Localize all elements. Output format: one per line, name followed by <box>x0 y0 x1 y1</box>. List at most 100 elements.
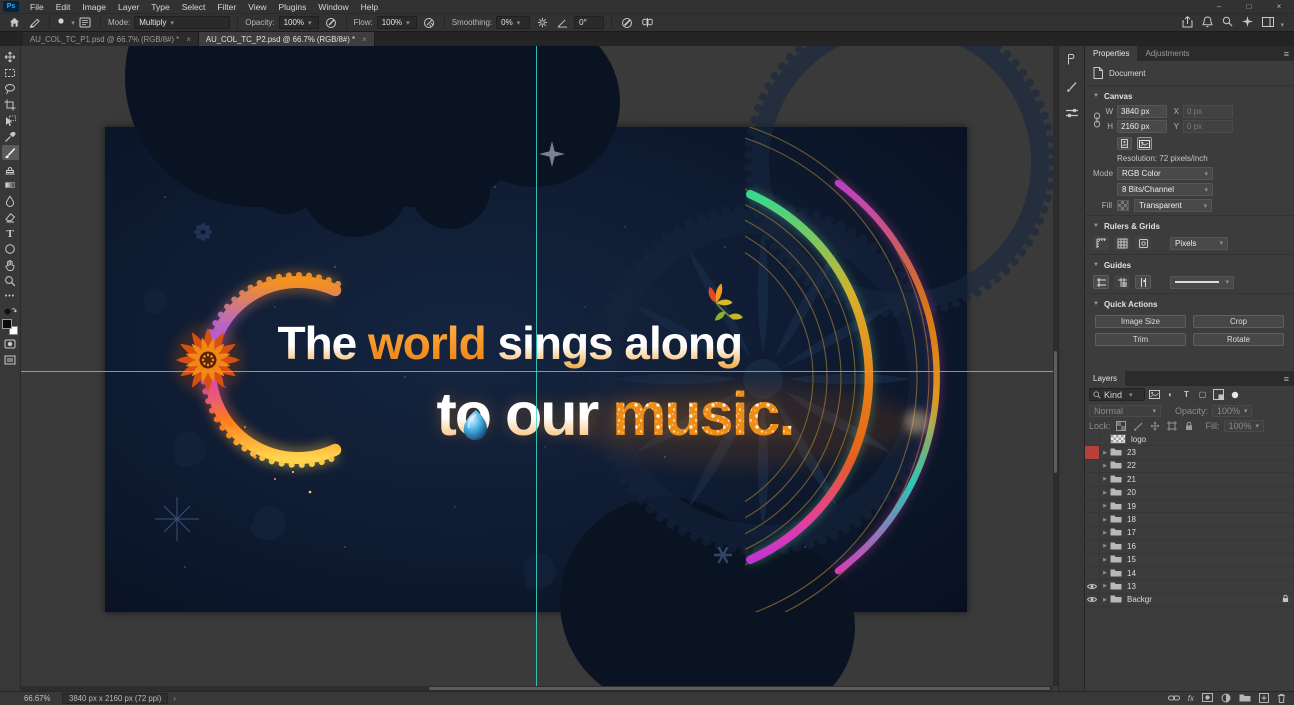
flow-field[interactable]: 100% <box>377 16 417 29</box>
height-field[interactable]: 2160 px <box>1117 120 1167 133</box>
visibility-toggle[interactable] <box>1085 580 1100 592</box>
smoothing-options-gear-icon[interactable] <box>534 15 550 30</box>
layer-thumbnail[interactable] <box>1110 434 1126 444</box>
layers-panel-menu-icon[interactable]: ≡ <box>1284 374 1294 384</box>
notifications-bell-icon[interactable] <box>1202 16 1213 30</box>
horizontal-scrollbar[interactable] <box>21 686 1052 691</box>
lasso-tool-icon[interactable] <box>2 81 19 96</box>
visibility-toggle[interactable] <box>1085 554 1100 566</box>
visibility-toggle[interactable] <box>1085 513 1100 525</box>
menu-window[interactable]: Window <box>312 2 354 12</box>
portrait-orientation-button[interactable] <box>1117 137 1132 150</box>
tab-adjustments[interactable]: Adjustments <box>1137 46 1197 61</box>
quick-actions-section-header[interactable]: ▼ Quick Actions <box>1093 297 1286 311</box>
shape-tool-icon[interactable] <box>2 241 19 256</box>
visibility-toggle[interactable] <box>1085 460 1100 472</box>
discover-icon[interactable] <box>1242 16 1253 29</box>
filter-shape-layers-icon[interactable]: ▢ <box>1196 388 1209 401</box>
expand-group-icon[interactable]: ▶ <box>1100 450 1110 456</box>
pressure-size-icon[interactable] <box>619 15 635 30</box>
expand-group-icon[interactable]: ▶ <box>1100 557 1110 563</box>
layer-row-20[interactable]: ▶ 20 <box>1085 487 1294 500</box>
new-group-icon[interactable] <box>1239 693 1251 704</box>
move-tool-icon[interactable] <box>2 49 19 64</box>
menu-filter[interactable]: Filter <box>211 2 242 12</box>
delete-layer-icon[interactable] <box>1277 693 1286 705</box>
visibility-toggle[interactable] <box>1085 594 1100 606</box>
crop-tool-icon[interactable] <box>2 97 19 112</box>
document-tab-1[interactable]: AU_COL_TC_P1.psd @ 66.7% (RGB/8#) * × <box>23 32 199 46</box>
clone-stamp-tool-icon[interactable] <box>2 161 19 176</box>
link-dimensions-icon[interactable] <box>1093 112 1101 130</box>
layer-row-18[interactable]: ▶ 18 <box>1085 513 1294 526</box>
expand-group-icon[interactable]: ▶ <box>1100 583 1110 589</box>
layer-name[interactable]: Backgr <box>1127 595 1152 604</box>
layer-name[interactable]: 16 <box>1127 542 1136 551</box>
layer-row-background[interactable]: ▶ Backgr <box>1085 594 1294 607</box>
default-colors-icon[interactable] <box>4 307 17 316</box>
visibility-toggle[interactable] <box>1085 433 1100 445</box>
object-selection-tool-icon[interactable] <box>2 113 19 128</box>
menu-file[interactable]: File <box>24 2 50 12</box>
layer-opacity-field[interactable]: 100% <box>1212 405 1252 417</box>
blend-mode-select[interactable]: Multiply <box>134 16 230 29</box>
menu-layer[interactable]: Layer <box>112 2 145 12</box>
filter-toggle-icon[interactable] <box>1228 388 1241 401</box>
close-tab-icon[interactable]: × <box>362 35 367 44</box>
layer-mask-icon[interactable] <box>1202 693 1213 704</box>
smoothing-field[interactable]: 0% <box>496 16 530 29</box>
crop-button[interactable]: Crop <box>1193 315 1284 328</box>
layer-row-22[interactable]: ▶ 22 <box>1085 460 1294 473</box>
bit-depth-select[interactable]: 8 Bits/Channel <box>1117 183 1213 196</box>
menu-help[interactable]: Help <box>355 2 384 12</box>
guides-section-header[interactable]: ▼ Guides <box>1093 258 1286 272</box>
adjustment-layer-icon[interactable] <box>1221 693 1231 705</box>
menu-edit[interactable]: Edit <box>50 2 77 12</box>
landscape-orientation-button[interactable] <box>1137 137 1152 150</box>
link-layers-icon[interactable] <box>1168 694 1180 704</box>
grid-toggle-icon[interactable] <box>1114 236 1130 250</box>
horizontal-guide[interactable] <box>21 371 1053 372</box>
expand-group-icon[interactable]: ▶ <box>1100 597 1110 603</box>
layer-row-14[interactable]: ▶ 14 <box>1085 567 1294 580</box>
brush-tool-preset-icon[interactable] <box>26 15 42 30</box>
filter-type-layers-icon[interactable]: T <box>1180 388 1193 401</box>
blur-tool-icon[interactable] <box>2 193 19 208</box>
layer-name[interactable]: 13 <box>1127 582 1136 591</box>
lock-all-icon[interactable] <box>1183 419 1196 432</box>
new-layer-icon[interactable] <box>1259 693 1269 705</box>
paint-symmetry-butterfly-icon[interactable] <box>639 15 655 30</box>
brush-angle-field[interactable]: 0° <box>574 16 604 29</box>
expand-group-icon[interactable]: ▶ <box>1100 503 1110 509</box>
minimize-button[interactable]: – <box>1204 0 1234 13</box>
layer-row-23[interactable]: ▶ 23 <box>1085 446 1294 459</box>
marquee-tool-icon[interactable] <box>2 65 19 80</box>
expand-group-icon[interactable]: ▶ <box>1100 530 1110 536</box>
vertical-scrollbar-thumb[interactable] <box>1054 351 1057 473</box>
visibility-toggle[interactable] <box>1085 527 1100 539</box>
add-guide-icon[interactable] <box>1093 275 1109 289</box>
pressure-opacity-icon[interactable] <box>323 15 339 30</box>
filter-pixel-layers-icon[interactable] <box>1148 388 1161 401</box>
canvas-section-header[interactable]: ▼ Canvas <box>1093 89 1286 103</box>
guide-style-select[interactable] <box>1170 276 1234 289</box>
canvas-area[interactable]: The world sings along to our music. <box>21 46 1058 691</box>
menu-type[interactable]: Type <box>145 2 175 12</box>
photoshop-logo-icon[interactable]: Ps <box>3 1 19 12</box>
screen-mode-icon[interactable] <box>2 352 19 367</box>
trim-button[interactable]: Trim <box>1095 333 1186 346</box>
layer-row-17[interactable]: ▶ 17 <box>1085 527 1294 540</box>
eyedropper-tool-icon[interactable] <box>2 129 19 144</box>
layer-name[interactable]: 19 <box>1127 502 1136 511</box>
brush-settings-panel-icon[interactable] <box>1065 80 1078 95</box>
filter-adjustment-layers-icon[interactable]: ◐ <box>1164 388 1177 401</box>
menu-image[interactable]: Image <box>76 2 112 12</box>
layer-row-13[interactable]: ▶ 13 <box>1085 580 1294 593</box>
opacity-field[interactable]: 100% <box>279 16 319 29</box>
layer-effects-icon[interactable]: fx <box>1188 694 1194 703</box>
brush-tool-icon[interactable] <box>2 145 19 160</box>
layer-name[interactable]: 17 <box>1127 528 1136 537</box>
visibility-toggle[interactable] <box>1085 540 1100 552</box>
layer-name[interactable]: 23 <box>1127 448 1136 457</box>
foreground-color-swatch[interactable] <box>2 319 12 329</box>
